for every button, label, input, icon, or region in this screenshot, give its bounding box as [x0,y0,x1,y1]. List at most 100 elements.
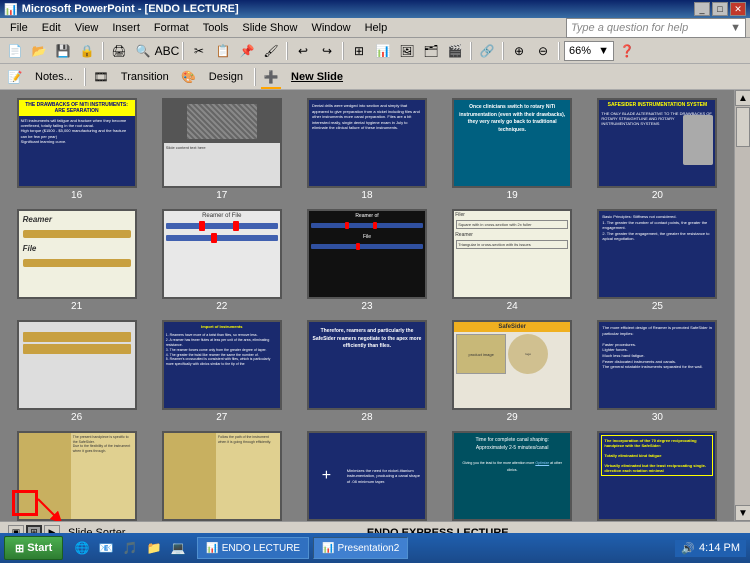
slide-thumb-16[interactable]: THE DRAWBACKS OF NiTi INSTRUMENTS: ARE S… [17,98,137,188]
print-button[interactable]: 🖨 [108,40,130,62]
minimize-button[interactable]: _ [694,2,710,16]
slide-thumb-30[interactable]: The more efficient design of Reamer is p… [597,320,717,410]
close-button[interactable]: ✕ [730,2,746,16]
new-button[interactable]: 📄 [4,40,26,62]
standard-toolbar: 📄 📂 💾 🔒 🖨 🔍 ABC ✂ 📋 📌 🖌 ↩ ↪ ⊞ 📊 🖼 🗂 🎬 🔗 … [0,38,750,64]
copy-button[interactable]: 📋 [212,40,234,62]
ie-icon[interactable]: 🌐 [71,537,93,559]
paste-button[interactable]: 📌 [236,40,258,62]
time-display: 4:14 PM [699,542,740,554]
insert-table-button[interactable]: ⊞ [348,40,370,62]
toolbar-separator-1 [102,42,104,60]
save-button[interactable]: 💾 [52,40,74,62]
slide-thumb-28[interactable]: Therefore, reamers and particularly the … [307,320,427,410]
slide-thumb-22[interactable]: Reamer of File [162,209,282,299]
scroll-thumb[interactable] [736,107,750,147]
help-search-box[interactable]: Type a question for help ▼ [566,18,746,38]
slides-grid: THE DRAWBACKS OF NiTi INSTRUMENTS: ARE S… [8,98,726,521]
slide-wrapper-34: Time for complete canal shaping:Approxim… [444,431,581,521]
redo-button[interactable]: ↪ [316,40,338,62]
slide-thumb-26[interactable] [17,320,137,410]
open-button[interactable]: 📂 [28,40,50,62]
transition-button[interactable]: Transition [114,66,176,88]
slide-thumb-17[interactable]: Slide content text here [162,98,282,188]
design-button[interactable]: Design [202,66,250,88]
taskbar-endo-label: ENDO LECTURE [222,543,300,554]
explorer-icon[interactable]: 📁 [143,537,165,559]
slide-thumb-32[interactable]: Follow the path of the instrument when i… [162,431,282,521]
slide-thumb-33[interactable]: + Minimizes the need for nickel-titanium… [307,431,427,521]
app-icon: 📊 [4,3,18,16]
menu-help[interactable]: Help [359,20,394,36]
toolbar-separator-2 [182,42,184,60]
taskbar-endo-lecture[interactable]: 📊 ENDO LECTURE [197,537,309,559]
scroll-track[interactable] [735,106,750,505]
zoom-help-button[interactable]: ❓ [616,40,638,62]
design-label: Design [209,71,243,83]
spell-button[interactable]: ABC [156,40,178,62]
slide-thumb-25[interactable]: Basic Principles: Stiffness not consider… [597,209,717,299]
slide-wrapper-32: Follow the path of the instrument when i… [153,431,290,521]
collapse-button[interactable]: ⊖ [532,40,554,62]
media-icon[interactable]: 🎵 [119,537,141,559]
slide-sorter-panel[interactable]: THE DRAWBACKS OF NiTi INSTRUMENTS: ARE S… [0,90,734,521]
start-button[interactable]: ⊞ Start [4,536,63,560]
slide-thumb-24[interactable]: Filer Square with in cross-section with … [452,209,572,299]
slide-thumb-18[interactable]: Dental drills were wedged into section a… [307,98,427,188]
insert-picture-button[interactable]: 🖼 [396,40,418,62]
toolbar2-separator-1 [84,68,86,86]
zoom-dropdown-icon: ▼ [598,45,609,57]
slide-thumb-23[interactable]: Reamer of File [307,209,427,299]
taskbar-presentation2[interactable]: 📊 Presentation2 [313,537,408,559]
slide-thumb-20[interactable]: SAFESIDER INSTRUMENTATION SYSTEM THE ONL… [597,98,717,188]
design-icon: 🎨 [178,66,200,88]
slide-thumb-31[interactable]: The present handpiece is specific to the… [17,431,137,521]
scroll-down-button[interactable]: ▼ [735,505,750,521]
slide-thumb-19[interactable]: Once clinicians switch to rotary NiTi in… [452,98,572,188]
expand-button[interactable]: ⊕ [508,40,530,62]
vertical-scrollbar[interactable]: ▲ ▼ [734,90,750,521]
insert-clip-button[interactable]: 🎬 [444,40,466,62]
slide-wrapper-23: Reamer of File 23 [298,209,435,312]
slide-wrapper-25: Basic Principles: Stiffness not consider… [589,209,726,312]
menu-edit[interactable]: Edit [36,20,67,36]
slide-wrapper-16: THE DRAWBACKS OF NiTi INSTRUMENTS: ARE S… [8,98,145,201]
menu-format[interactable]: Format [148,20,195,36]
scroll-up-button[interactable]: ▲ [735,90,750,106]
slide-num-29: 29 [507,412,518,423]
permission-button[interactable]: 🔒 [76,40,98,62]
undo-button[interactable]: ↩ [292,40,314,62]
slide-wrapper-28: Therefore, reamers and particularly the … [298,320,435,423]
slide-thumb-29[interactable]: SafeSider product image logo [452,320,572,410]
menu-file[interactable]: File [4,20,34,36]
slide-wrapper-26: 26 [8,320,145,423]
print-preview-button[interactable]: 🔍 [132,40,154,62]
slide-thumb-21[interactable]: Reamer File [17,209,137,299]
cut-button[interactable]: ✂ [188,40,210,62]
window-controls: _ □ ✕ [694,2,746,16]
outlook-icon[interactable]: 📧 [95,537,117,559]
hyperlink-button[interactable]: 🔗 [476,40,498,62]
insert-chart-button[interactable]: 📊 [372,40,394,62]
notes-button[interactable]: Notes... [28,66,80,88]
notes-icon: 📝 [4,66,26,88]
menu-tools[interactable]: Tools [197,20,235,36]
slide-thumb-34[interactable]: Time for complete canal shaping:Approxim… [452,431,572,521]
help-arrow-icon: ▼ [730,22,741,34]
menu-view[interactable]: View [69,20,105,36]
slide-num-19: 19 [507,190,518,201]
insert-org-button[interactable]: 🗂 [420,40,442,62]
maximize-button[interactable]: □ [712,2,728,16]
desktop-icon[interactable]: 💻 [167,537,189,559]
slide-thumb-27[interactable]: Import of Instruments 1. Reamers have mo… [162,320,282,410]
format-painter-button[interactable]: 🖌 [260,40,282,62]
taskbar: ⊞ Start 🌐 📧 🎵 📁 💻 📊 ENDO LECTURE 📊 Prese… [0,533,750,563]
new-slide-button[interactable]: New Slide [284,66,350,88]
menu-slideshow[interactable]: Slide Show [236,20,303,36]
menu-window[interactable]: Window [305,20,356,36]
taskbar-pres2-label: Presentation2 [338,543,400,554]
slide-thumb-35[interactable]: The incorporation of the 70 degree recip… [597,431,717,521]
clock-icon: 🔊 [681,542,695,555]
zoom-control[interactable]: 66% ▼ [564,41,614,61]
menu-insert[interactable]: Insert [106,20,146,36]
